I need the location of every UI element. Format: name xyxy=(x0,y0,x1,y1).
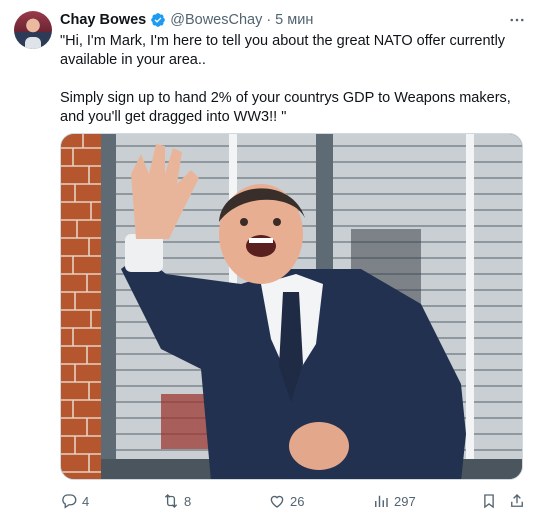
views-count: 297 xyxy=(394,493,416,509)
like-icon xyxy=(270,495,284,508)
photo-scene xyxy=(61,134,522,479)
views-icon xyxy=(375,495,388,507)
reply-button[interactable]: 4 xyxy=(60,490,89,512)
tweet-header: Chay Bowes @BowesChay · 5 мин xyxy=(60,11,313,29)
share-button[interactable] xyxy=(508,490,526,512)
bookmark-icon xyxy=(484,494,494,509)
author-handle[interactable]: @BowesChay xyxy=(170,12,262,28)
repost-icon xyxy=(164,494,178,508)
like-count: 26 xyxy=(290,493,305,509)
tweet-actions: 4 8 26 297 xyxy=(60,490,530,512)
tweet-photo[interactable] xyxy=(60,133,523,480)
more-icon[interactable] xyxy=(507,10,527,30)
tweet-card[interactable]: Chay Bowes @BowesChay · 5 мин "Hi, I'm M… xyxy=(0,0,545,531)
separator-dot: · xyxy=(266,12,272,28)
reply-count: 4 xyxy=(82,493,90,509)
repost-button[interactable]: 8 xyxy=(162,490,191,512)
avatar[interactable] xyxy=(14,11,52,49)
repost-count: 8 xyxy=(184,493,192,509)
author-name[interactable]: Chay Bowes xyxy=(60,12,146,28)
views-button[interactable]: 297 xyxy=(372,490,416,512)
timestamp[interactable]: 5 мин xyxy=(275,12,313,28)
like-button[interactable]: 26 xyxy=(268,490,304,512)
reply-icon xyxy=(62,494,77,509)
verified-badge-icon xyxy=(150,12,166,28)
bookmark-button[interactable] xyxy=(480,490,498,512)
tweet-text: "Hi, I'm Mark, I'm here to tell you abou… xyxy=(60,33,511,125)
share-icon xyxy=(511,494,523,507)
